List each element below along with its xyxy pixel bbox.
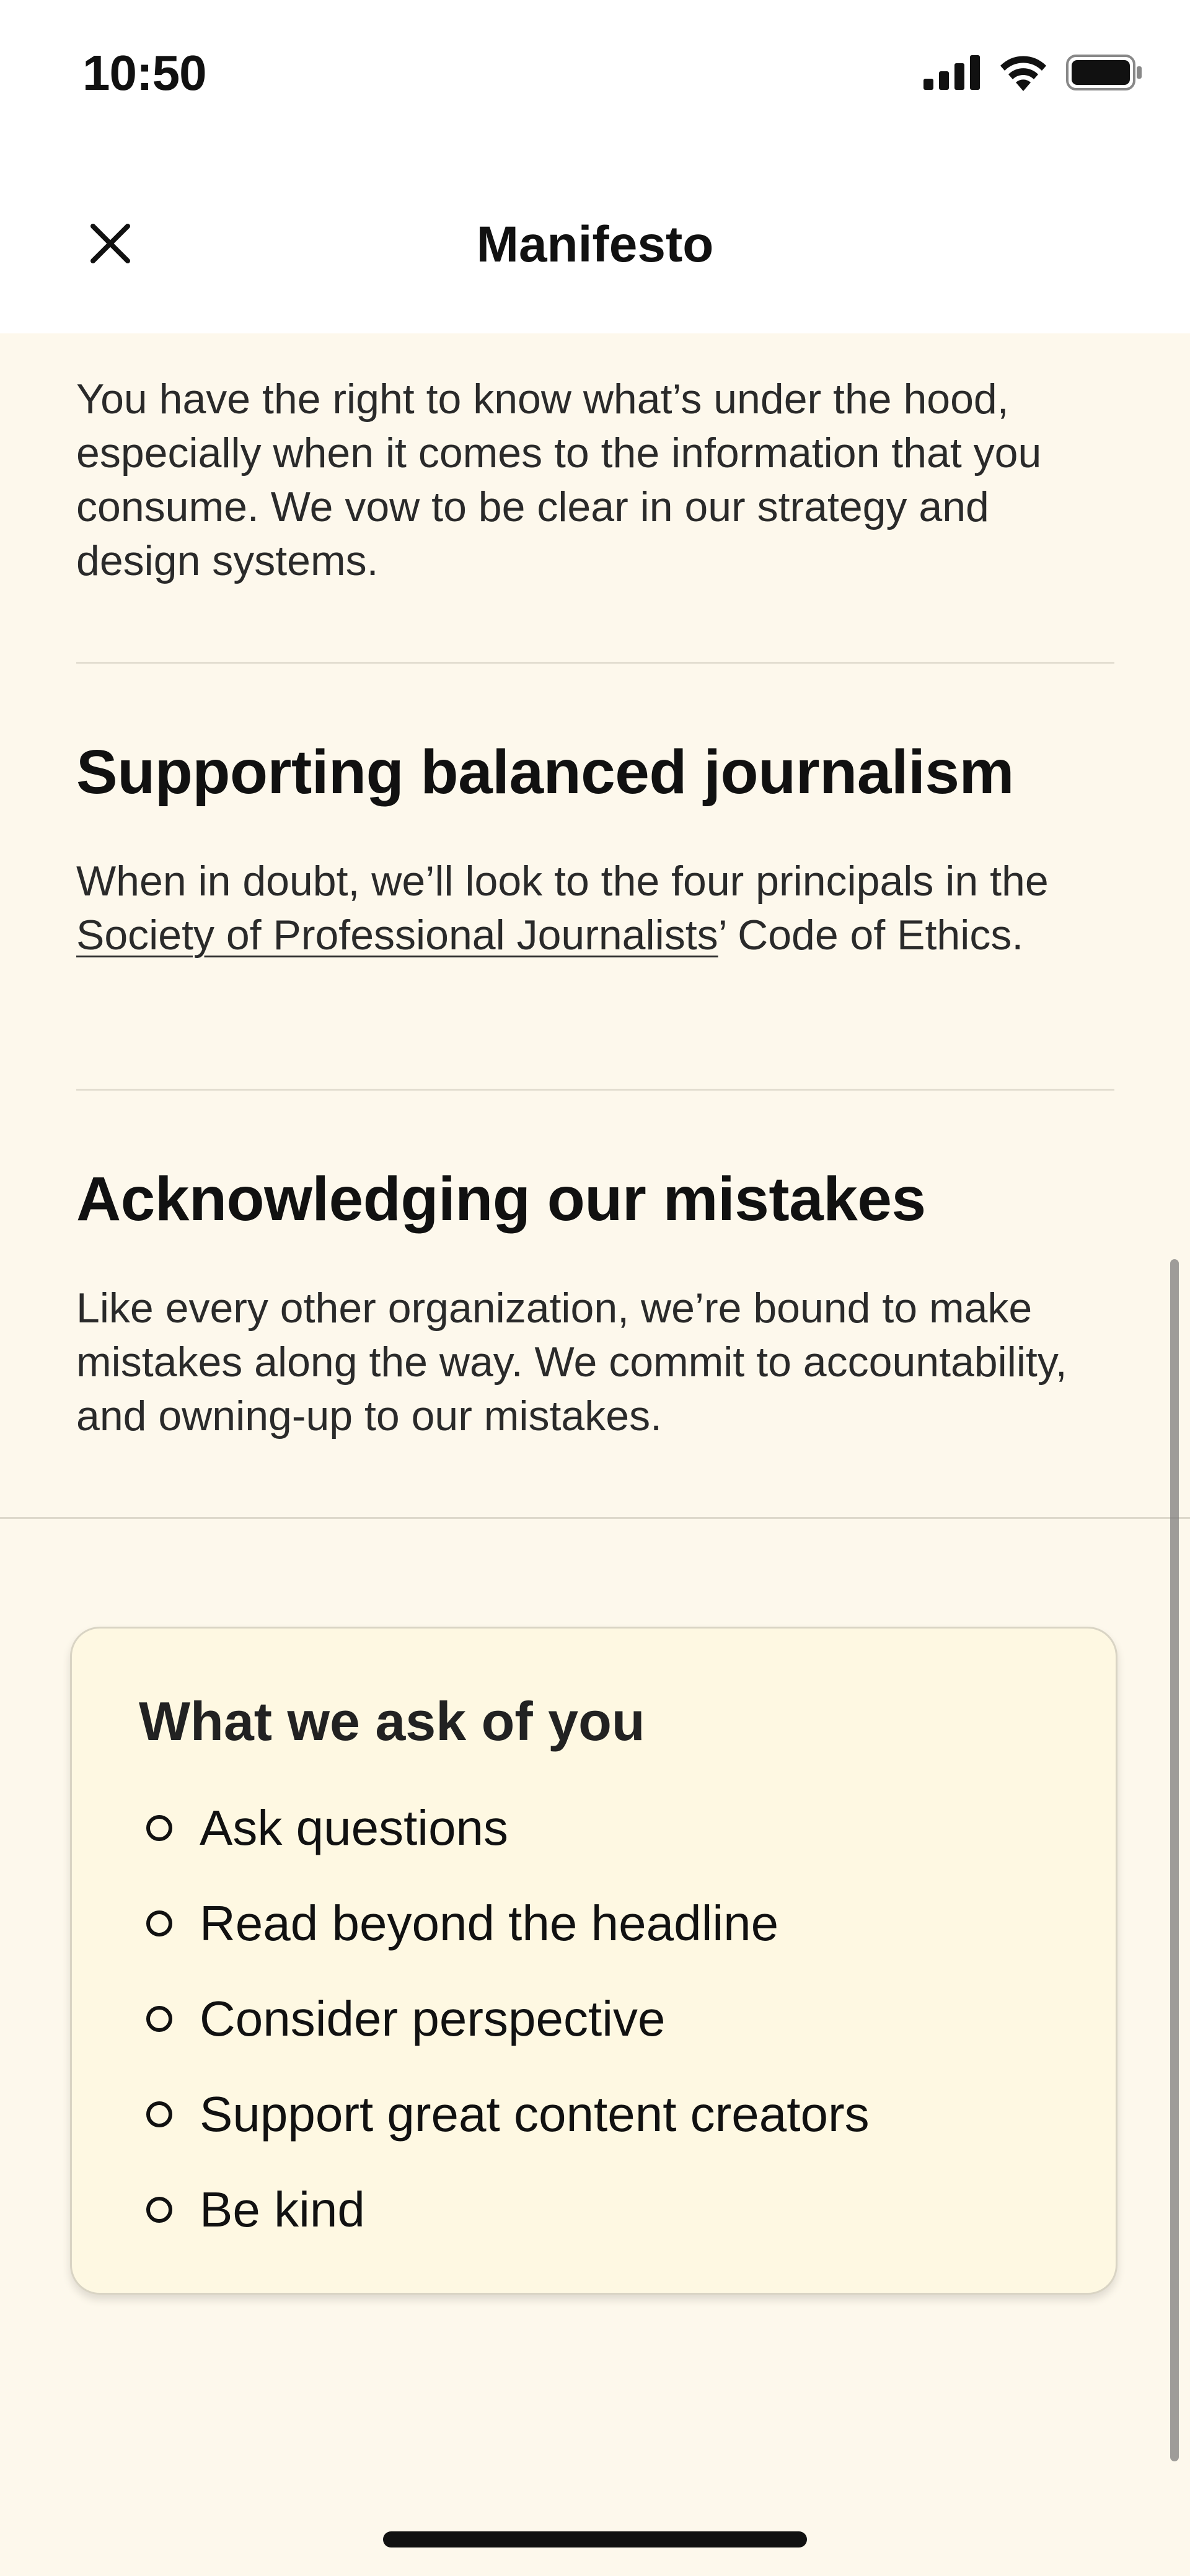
- balanced-body-after: ’ Code of Ethics.: [718, 912, 1024, 959]
- status-bar: 10:50: [0, 0, 1190, 146]
- page-title: Manifesto: [476, 216, 714, 273]
- home-indicator[interactable]: [383, 2531, 807, 2547]
- bullet-icon: [146, 2006, 172, 2032]
- list-item: Support great content creators: [146, 2067, 870, 2162]
- list-item: Read beyond the headline: [146, 1876, 870, 1971]
- section-divider-full: [0, 1517, 1190, 1519]
- list-item: Ask questions: [146, 1780, 870, 1876]
- mistakes-body: Like every other organization, we’re bou…: [76, 1285, 1067, 1440]
- scroll-indicator[interactable]: [1170, 1259, 1179, 2461]
- bullet-icon: [146, 1815, 172, 1841]
- bullet-icon: [146, 2197, 172, 2223]
- wifi-icon: [1000, 56, 1046, 91]
- ask-card: What we ask of you Ask questions Read be…: [70, 1627, 1117, 2295]
- transparency-body: You have the right to know what’s under …: [76, 376, 1042, 584]
- bullet-icon: [146, 2101, 172, 2127]
- battery-icon: [1066, 55, 1142, 90]
- list-item: Be kind: [146, 2162, 870, 2257]
- section-divider: [76, 1089, 1114, 1091]
- bullet-icon: [146, 1910, 172, 1936]
- status-time: 10:50: [82, 45, 207, 100]
- cellular-signal-icon: [923, 55, 980, 90]
- list-item: Consider perspective: [146, 1971, 870, 2067]
- spj-link[interactable]: Society of Professional Journalists: [76, 912, 718, 959]
- section-divider: [76, 662, 1114, 664]
- nav-bar: Manifesto: [0, 146, 1190, 333]
- status-icons: [923, 51, 1143, 94]
- list-item-label: Ask questions: [200, 1800, 509, 1855]
- list-item-label: Consider perspective: [200, 1991, 666, 2046]
- list-item-label: Read beyond the headline: [200, 1896, 779, 1951]
- list-item-label: Be kind: [200, 2182, 365, 2237]
- balanced-journalism-heading: Supporting balanced journalism: [76, 737, 1014, 807]
- ask-list: Ask questions Read beyond the headline C…: [146, 1780, 870, 2257]
- mistakes-heading: Acknowledging our mistakes: [76, 1164, 926, 1234]
- balanced-journalism-body: When in doubt, we’ll look to the four pr…: [76, 855, 1117, 962]
- ask-title: What we ask of you: [139, 1690, 645, 1752]
- list-item-label: Support great content creators: [200, 2086, 870, 2142]
- balanced-body-before: When in doubt, we’ll look to the four pr…: [76, 858, 1049, 905]
